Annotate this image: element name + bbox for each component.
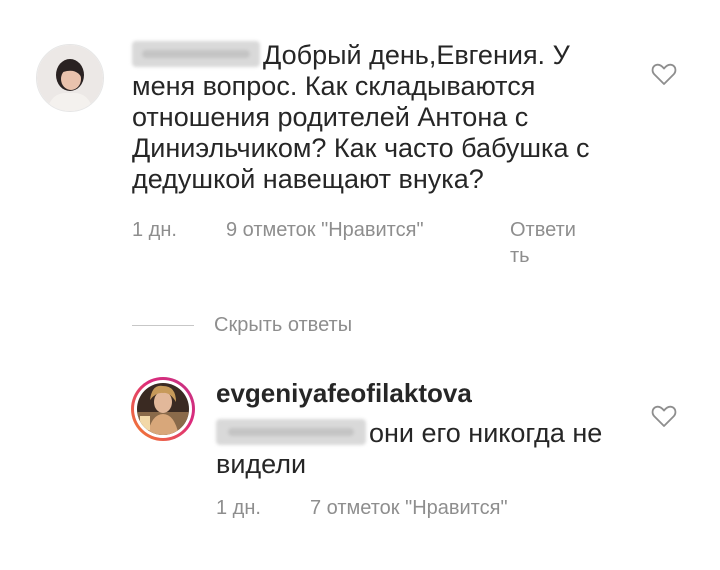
comment-2-likes[interactable]: 7 отметок "Нравится" <box>310 495 508 521</box>
reply-label-line-2: ть <box>510 245 530 267</box>
hide-replies-row[interactable]: Скрыть ответы <box>132 310 392 340</box>
blurred-username <box>132 41 260 67</box>
comment-1-likes[interactable]: 9 отметок "Нравится" <box>226 217 424 243</box>
hide-replies-divider <box>132 325 194 326</box>
user-avatar-icon <box>37 45 103 111</box>
comment-1-body: Добрый день,Евгения. У меня вопрос. Как … <box>132 40 632 195</box>
comment-2-body: они его никогда не видели <box>216 418 616 480</box>
comment-1: Добрый день,Евгения. У меня вопрос. Как … <box>0 0 720 300</box>
reply-label-line-1: Ответи <box>510 219 576 241</box>
comment-2-username[interactable]: evgeniyafeofilaktova <box>216 378 472 408</box>
commenter-avatar[interactable] <box>36 44 104 112</box>
comment-2: evgeniyafeofilaktova они его никогда не … <box>0 360 720 560</box>
comment-2-time: 1 дн. <box>216 497 261 519</box>
heart-outline-icon[interactable] <box>651 404 677 428</box>
story-ring-avatar-icon <box>131 377 195 441</box>
blurred-mention <box>216 419 366 445</box>
hide-replies-button[interactable]: Скрыть ответы <box>214 312 352 338</box>
comment-1-time: 1 дн. <box>132 219 177 241</box>
comment-1-reply-button[interactable]: Ответи ть <box>510 217 600 269</box>
author-avatar[interactable] <box>130 376 196 442</box>
heart-outline-icon[interactable] <box>651 62 677 86</box>
